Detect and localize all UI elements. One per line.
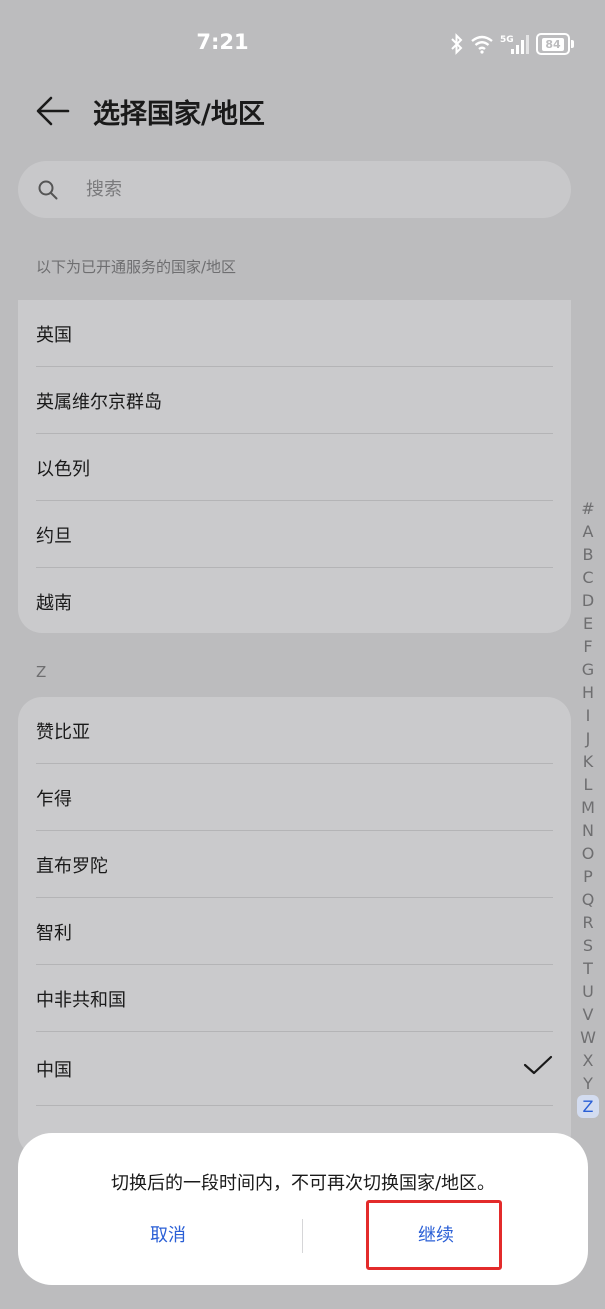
section-header-z: Z xyxy=(36,663,47,681)
list-item[interactable]: 越南 xyxy=(18,568,571,633)
app-bar: 选择国家/地区 xyxy=(0,80,605,142)
list-item[interactable]: 乍得 xyxy=(18,764,571,831)
index-letter[interactable]: A xyxy=(577,520,599,543)
index-letter[interactable]: J xyxy=(577,727,599,750)
index-letter[interactable]: D xyxy=(577,589,599,612)
list-item[interactable]: 英属维尔京群岛 xyxy=(18,367,571,434)
confirm-dialog: 切换后的一段时间内，不可再次切换国家/地区。 取消 继续 xyxy=(18,1133,588,1285)
index-letter[interactable]: P xyxy=(577,865,599,888)
index-letter[interactable]: # xyxy=(577,497,599,520)
index-letter[interactable]: F xyxy=(577,635,599,658)
battery-icon: 84 xyxy=(536,33,574,55)
battery-level: 84 xyxy=(542,37,564,51)
index-letter[interactable]: T xyxy=(577,957,599,980)
index-letter[interactable]: L xyxy=(577,773,599,796)
back-arrow-icon[interactable] xyxy=(34,94,72,128)
list-item[interactable]: 以色列 xyxy=(18,434,571,501)
index-letter[interactable]: C xyxy=(577,566,599,589)
list-item[interactable]: 英国 xyxy=(18,300,571,367)
index-letter[interactable]: E xyxy=(577,612,599,635)
list-item[interactable]: 约旦 xyxy=(18,501,571,568)
list-item[interactable]: 中非共和国 xyxy=(18,965,571,1032)
index-letter[interactable]: Z xyxy=(577,1095,599,1118)
cellular-signal-icon: 5G xyxy=(500,35,529,54)
section-label-available: 以下为已开通服务的国家/地区 xyxy=(36,258,237,276)
index-letter[interactable]: K xyxy=(577,750,599,773)
network-label: 5G xyxy=(500,35,514,45)
bluetooth-icon xyxy=(451,33,463,55)
index-letter[interactable]: W xyxy=(577,1026,599,1049)
index-letter[interactable]: N xyxy=(577,819,599,842)
checkmark-icon xyxy=(523,1055,553,1075)
index-letter[interactable]: X xyxy=(577,1049,599,1072)
continue-button-highlight xyxy=(366,1200,502,1270)
country-list-top: 英国 英属维尔京群岛 以色列 约旦 越南 xyxy=(18,300,571,633)
index-letter[interactable]: V xyxy=(577,1003,599,1026)
page-title: 选择国家/地区 xyxy=(93,99,265,130)
country-list-z: 赞比亚 乍得 直布罗陀 智利 中非共和国 中国 xyxy=(18,697,571,1157)
index-letter[interactable]: O xyxy=(577,842,599,865)
index-letter[interactable]: Y xyxy=(577,1072,599,1095)
index-letter[interactable]: H xyxy=(577,681,599,704)
search-input[interactable] xyxy=(86,161,546,218)
search-icon xyxy=(38,180,58,200)
status-bar: 7:21 5G 84 xyxy=(0,0,605,90)
dialog-divider xyxy=(302,1219,303,1253)
list-item[interactable]: 赞比亚 xyxy=(18,697,571,764)
index-letter[interactable]: B xyxy=(577,543,599,566)
list-item[interactable]: 直布罗陀 xyxy=(18,831,571,898)
list-item[interactable]: 智利 xyxy=(18,898,571,965)
wifi-icon xyxy=(471,35,493,54)
index-letter[interactable]: R xyxy=(577,911,599,934)
cancel-button[interactable]: 取消 xyxy=(68,1211,268,1261)
index-letter[interactable]: U xyxy=(577,980,599,1003)
index-letter[interactable]: S xyxy=(577,934,599,957)
list-item-selected[interactable]: 中国 xyxy=(18,1032,571,1106)
index-letter[interactable]: I xyxy=(577,704,599,727)
alphabet-index[interactable]: # A B C D E F G H I J K L M N O P Q R S T U V W X Y Z xyxy=(577,497,599,1118)
index-letter[interactable]: M xyxy=(577,796,599,819)
status-icons: 5G 84 xyxy=(450,32,574,56)
index-letter[interactable]: Q xyxy=(577,888,599,911)
index-letter[interactable]: G xyxy=(577,658,599,681)
status-time: 7:21 xyxy=(196,30,249,54)
dialog-message: 切换后的一段时间内，不可再次切换国家/地区。 xyxy=(110,1173,496,1194)
search-bar[interactable] xyxy=(18,161,571,218)
